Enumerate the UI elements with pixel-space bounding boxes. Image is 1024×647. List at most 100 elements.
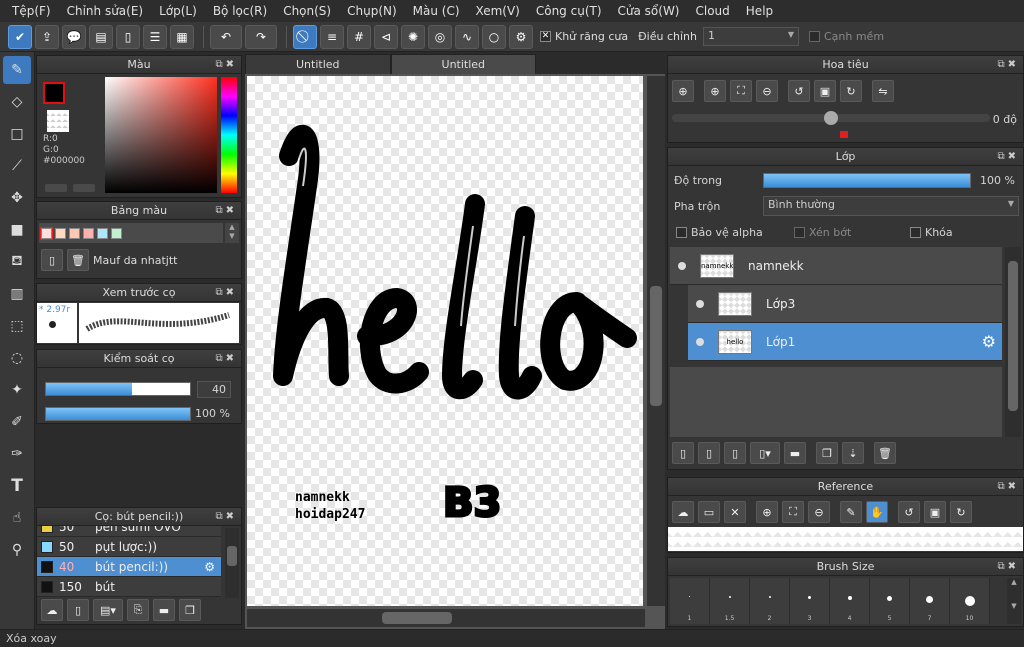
brush-size-cell[interactable]: 4: [830, 578, 870, 624]
menu-item[interactable]: Cửa sổ(W): [610, 4, 688, 18]
palette-swatch[interactable]: [69, 227, 80, 239]
copy-brush-icon[interactable]: ⎘: [127, 599, 149, 621]
blend-mode-select[interactable]: Bình thường ▼: [763, 196, 1019, 216]
palette-swatch[interactable]: [97, 227, 108, 239]
layer-row[interactable]: hello Lớp1 ⚙: [688, 323, 1002, 361]
layer-row[interactable]: Lớp3: [688, 285, 1002, 323]
fit-window-icon[interactable]: ⛶: [730, 80, 752, 102]
panel-controls-icon[interactable]: ⧉✖: [997, 558, 1019, 575]
foreground-color-swatch[interactable]: [43, 82, 65, 104]
brush-size-scrollbar[interactable]: ▲ ▼: [1007, 578, 1021, 624]
eyedropper-tool-icon[interactable]: ⚲: [3, 536, 31, 564]
menu-item[interactable]: Chọn(S): [275, 4, 339, 18]
zoom-in-icon[interactable]: ⊕: [756, 501, 778, 523]
scrollbar-thumb[interactable]: [650, 286, 662, 406]
fit-window-icon[interactable]: ⛶: [782, 501, 804, 523]
layer-row[interactable]: namnekk namnekk: [670, 247, 1002, 285]
scrollbar-thumb[interactable]: [382, 612, 452, 624]
select-rect-tool-icon[interactable]: ⬚: [3, 312, 31, 340]
flip-horizontal-icon[interactable]: ⇋: [872, 80, 894, 102]
adjust-select[interactable]: 1 ▼: [702, 27, 799, 46]
fill-rect-tool-icon[interactable]: ■: [3, 216, 31, 244]
clipping-checkbox[interactable]: [794, 227, 805, 238]
color-mode-button[interactable]: [73, 184, 95, 192]
lasso-tool-icon[interactable]: ◌: [3, 344, 31, 372]
no-snap-icon[interactable]: ⃠: [293, 24, 317, 49]
list-icon[interactable]: ☰: [143, 24, 167, 49]
new-1bit-layer-icon[interactable]: ▯: [724, 442, 746, 464]
brush-list-scrollbar[interactable]: [225, 528, 239, 598]
eye-icon[interactable]: [696, 299, 704, 308]
tab-untitled-1[interactable]: Untitled: [245, 54, 391, 74]
brush-size-cell[interactable]: 2: [750, 578, 790, 624]
panel-controls-icon[interactable]: ⧉✖: [997, 56, 1019, 73]
lock-toggle[interactable]: Khóa: [910, 226, 953, 239]
export-icon[interactable]: ⇪: [35, 24, 59, 49]
move-tool-icon[interactable]: ✥: [3, 184, 31, 212]
clipping-toggle[interactable]: Xén bớt: [794, 226, 851, 239]
new-palette-icon[interactable]: ▯: [41, 249, 63, 271]
brush-list-item[interactable]: 50 pụt lược:)): [37, 537, 221, 557]
grid-snap-icon[interactable]: #: [347, 24, 371, 49]
menu-item[interactable]: Chỉnh sửa(E): [59, 4, 152, 18]
checklist-icon[interactable]: ▦: [170, 24, 194, 49]
redo-icon[interactable]: ↷: [245, 24, 277, 49]
canvas-vscroll[interactable]: [647, 76, 665, 606]
lock-checkbox[interactable]: [910, 227, 921, 238]
panel-controls-icon[interactable]: ⧉✖: [215, 284, 237, 301]
menu-item[interactable]: Màu (C): [405, 4, 468, 18]
ellipse-snap-icon[interactable]: ○: [482, 24, 506, 49]
zoom-fit-icon[interactable]: ⊕: [672, 80, 694, 102]
text-tool-icon[interactable]: T: [3, 472, 31, 500]
eye-icon[interactable]: [696, 337, 704, 346]
menu-item[interactable]: Lớp(L): [151, 4, 205, 18]
check-icon[interactable]: ✔: [8, 24, 32, 49]
panel-controls-icon[interactable]: ⧉✖: [997, 148, 1019, 165]
perspective-snap-icon[interactable]: ⊲: [374, 24, 398, 49]
duplicate-icon[interactable]: ❐: [179, 599, 201, 621]
reference-preview[interactable]: [668, 527, 1023, 551]
tab-untitled-2[interactable]: Untitled: [390, 54, 537, 74]
open-folder-icon[interactable]: ▭: [698, 501, 720, 523]
scrollbar-thumb[interactable]: [227, 546, 237, 566]
layer-list-scrollbar[interactable]: [1005, 247, 1021, 437]
reset-rotation-icon[interactable]: ▣: [924, 501, 946, 523]
add-layer-menu-icon[interactable]: ▯▾: [750, 442, 780, 464]
zoom-out-icon[interactable]: ⊖: [808, 501, 830, 523]
palette-scroll[interactable]: ▲ ▼: [225, 223, 239, 243]
concentric-snap-icon[interactable]: ◎: [428, 24, 452, 49]
chat-icon[interactable]: ▤: [89, 24, 113, 49]
brush-size-cell[interactable]: 5: [870, 578, 910, 624]
brush-size-cell[interactable]: 1.5: [710, 578, 750, 624]
brush-size-value[interactable]: 40: [197, 381, 231, 398]
select-eraser-tool-icon[interactable]: ✑: [3, 440, 31, 468]
brush-size-cell[interactable]: 3: [790, 578, 830, 624]
gear-icon[interactable]: ⚙: [509, 24, 533, 49]
trash-icon[interactable]: 🗑: [67, 249, 89, 271]
brush-list-item[interactable]: 150 bút: [37, 577, 221, 597]
brush-list-item[interactable]: 40 bút pencil:)) ⚙: [37, 557, 221, 577]
rotation-handle[interactable]: [824, 111, 838, 125]
menu-item[interactable]: Cloud: [688, 4, 738, 18]
background-color-swatch[interactable]: [47, 110, 69, 132]
protect-alpha-checkbox[interactable]: [676, 227, 687, 238]
rotation-slider[interactable]: [672, 111, 990, 125]
operation-tool-icon[interactable]: ☝: [3, 504, 31, 532]
rotate-right-icon[interactable]: ↻: [840, 80, 862, 102]
rotate-left-icon[interactable]: ↺: [788, 80, 810, 102]
hue-slider[interactable]: [221, 77, 237, 193]
palette-swatch[interactable]: [40, 226, 53, 240]
line-tool-icon[interactable]: ⟋: [3, 152, 31, 180]
magic-wand-tool-icon[interactable]: ✦: [3, 376, 31, 404]
radial-snap-icon[interactable]: ✺: [401, 24, 425, 49]
palette-swatch[interactable]: [55, 227, 66, 239]
protect-alpha-toggle[interactable]: Bảo vệ alpha: [676, 226, 763, 239]
cloud-icon[interactable]: ☁: [672, 501, 694, 523]
eye-icon[interactable]: [678, 261, 686, 270]
brush-size-cell[interactable]: 1: [670, 578, 710, 624]
drawing-canvas[interactable]: namnekk hoidap247 B3: [247, 76, 643, 606]
reset-rotation-icon[interactable]: ▣: [814, 80, 836, 102]
brush-menu-icon[interactable]: ▤▾: [93, 599, 123, 621]
saturation-value-picker[interactable]: [105, 77, 217, 193]
gear-icon[interactable]: ⚙: [982, 332, 996, 351]
